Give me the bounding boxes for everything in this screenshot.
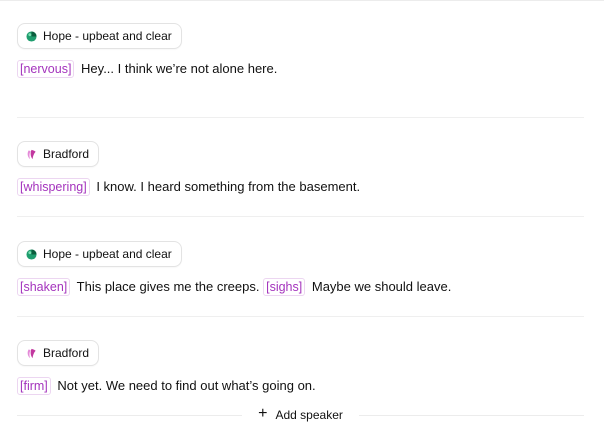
- add-speaker-label: Add speaker: [275, 408, 343, 422]
- emotion-tag[interactable]: [nervous]: [17, 60, 75, 78]
- dialogue-block: Hope - upbeat and clear [nervous] Hey...…: [17, 23, 584, 79]
- dialogue-text: Not yet. We need to find out what’s goin…: [57, 378, 316, 393]
- emotion-tag[interactable]: [shaken]: [17, 278, 71, 296]
- dialogue-line[interactable]: [shaken] This place gives me the creeps.…: [17, 277, 584, 297]
- dialogue-text: Hey... I think we’re not alone here.: [81, 61, 278, 76]
- block-divider: [17, 216, 584, 217]
- speaker-name: Hope - upbeat and clear: [43, 29, 172, 43]
- add-speaker-button[interactable]: + Add speaker: [242, 405, 359, 423]
- bradford-avatar-icon: [27, 149, 36, 159]
- emotion-tag[interactable]: [sighs]: [263, 278, 306, 296]
- emotion-tag[interactable]: [firm]: [17, 377, 51, 395]
- divider-right: [358, 414, 585, 416]
- speaker-name: Bradford: [43, 147, 90, 161]
- hope-avatar-icon: [26, 248, 37, 260]
- add-speaker-row: + Add speaker: [17, 404, 585, 426]
- dialogue-text: Maybe we should leave.: [311, 279, 452, 294]
- top-divider: [0, 0, 604, 1]
- dialogue-line[interactable]: [nervous] Hey... I think we’re not alone…: [17, 59, 584, 79]
- speaker-chip[interactable]: Hope - upbeat and clear: [17, 241, 182, 267]
- speaker-chip[interactable]: Hope - upbeat and clear: [17, 23, 182, 49]
- block-divider: [17, 316, 584, 317]
- dialogue-block: Bradford [whispering] I know. I heard so…: [17, 141, 584, 197]
- dialogue-text: I know. I heard something from the basem…: [96, 179, 361, 194]
- dialogue-block: Hope - upbeat and clear [shaken] This pl…: [17, 241, 584, 297]
- divider-left: [17, 414, 243, 416]
- speaker-name: Bradford: [43, 346, 90, 360]
- speaker-chip[interactable]: Bradford: [17, 340, 100, 366]
- dialogue-text: This place gives me the creeps.: [76, 279, 260, 294]
- dialogue-line[interactable]: [firm] Not yet. We need to find out what…: [17, 376, 584, 396]
- speaker-name: Hope - upbeat and clear: [43, 247, 172, 261]
- bradford-avatar-icon: [27, 348, 36, 358]
- hope-avatar-icon: [26, 30, 37, 42]
- block-divider: [17, 117, 584, 118]
- plus-icon: +: [258, 405, 268, 422]
- dialogue-line[interactable]: [whispering] I know. I heard something f…: [17, 177, 584, 197]
- dialogue-block: Bradford [firm] Not yet. We need to find…: [17, 340, 584, 396]
- speaker-chip[interactable]: Bradford: [17, 141, 100, 167]
- emotion-tag[interactable]: [whispering]: [17, 178, 90, 196]
